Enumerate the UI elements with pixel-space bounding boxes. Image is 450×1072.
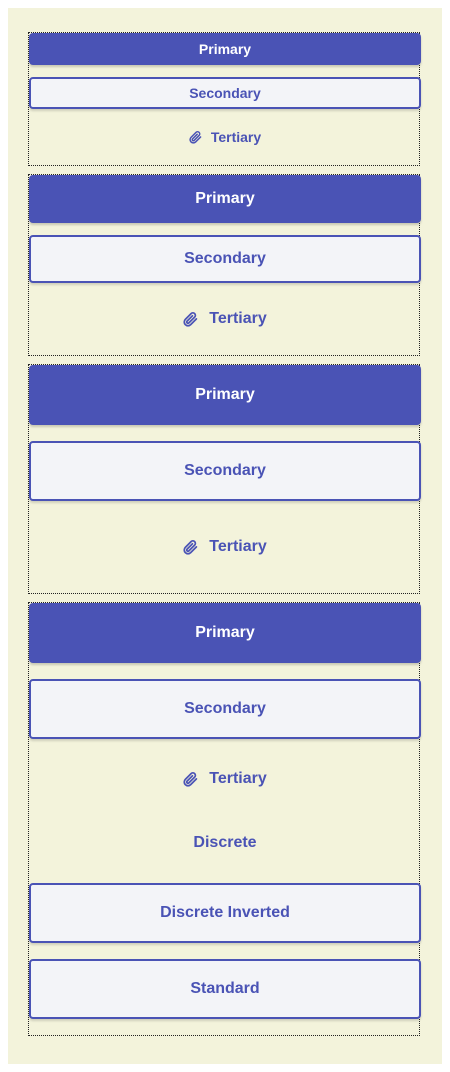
secondary-button[interactable]: Secondary (29, 441, 421, 501)
paperclip-icon (183, 311, 198, 328)
tertiary-button-label: Tertiary (209, 310, 267, 327)
secondary-button[interactable]: Secondary (29, 77, 421, 109)
discrete-button[interactable]: Discrete (29, 813, 421, 873)
paperclip-icon (183, 771, 198, 788)
button-group-medium: Primary Secondary Tertiary (28, 174, 421, 356)
primary-button[interactable]: Primary (29, 365, 421, 425)
secondary-button-label: Secondary (189, 85, 261, 101)
tertiary-button[interactable]: Tertiary (29, 121, 421, 153)
tertiary-button[interactable]: Tertiary (29, 749, 421, 809)
button-group-all-variants: Primary Secondary Tertiary Discrete Disc… (28, 602, 421, 1036)
secondary-button-label: Secondary (184, 462, 266, 479)
secondary-button[interactable]: Secondary (29, 235, 421, 283)
primary-button[interactable]: Primary (29, 603, 421, 663)
secondary-button-label: Secondary (184, 250, 266, 267)
secondary-button-label: Secondary (184, 700, 266, 717)
primary-button[interactable]: Primary (29, 175, 421, 223)
standard-button[interactable]: Standard (29, 959, 421, 1019)
tertiary-button-label: Tertiary (209, 538, 267, 555)
standard-button-label: Standard (190, 980, 260, 997)
discrete-button-label: Discrete (193, 834, 257, 851)
button-group-small: Primary Secondary Tertiary (28, 32, 421, 166)
paperclip-icon (189, 130, 202, 145)
paperclip-icon (183, 539, 198, 556)
primary-button-label: Primary (195, 624, 255, 641)
discrete-inverted-button-label: Discrete Inverted (160, 904, 290, 921)
tertiary-button-label: Tertiary (210, 129, 262, 145)
button-group-large: Primary Secondary Tertiary (28, 364, 421, 594)
tertiary-button[interactable]: Tertiary (29, 517, 421, 577)
primary-button-label: Primary (195, 190, 255, 207)
tertiary-button[interactable]: Tertiary (29, 295, 421, 343)
tertiary-button-label: Tertiary (209, 770, 267, 787)
primary-button-label: Primary (198, 41, 252, 57)
secondary-button[interactable]: Secondary (29, 679, 421, 739)
discrete-inverted-button[interactable]: Discrete Inverted (29, 883, 421, 943)
primary-button-label: Primary (195, 386, 255, 403)
primary-button[interactable]: Primary (29, 33, 421, 65)
